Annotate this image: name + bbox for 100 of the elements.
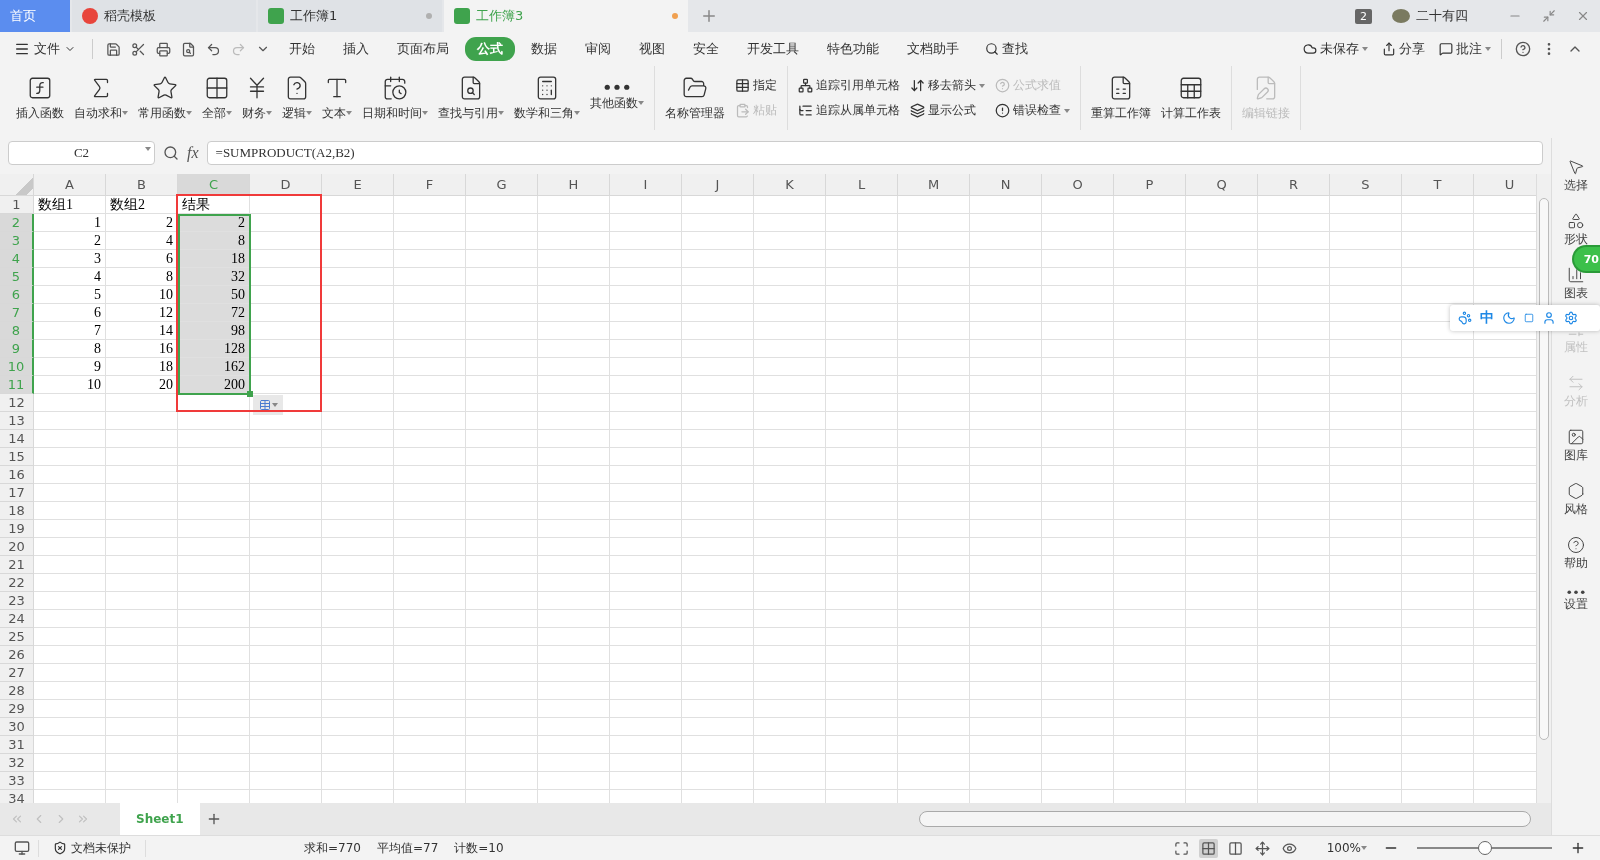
ribbon-button[interactable]: 自动求和	[70, 74, 132, 122]
sidebar-item[interactable]: 风格	[1564, 482, 1588, 518]
table-cell[interactable]: 6	[34, 304, 105, 321]
toolbar-button[interactable]: 分享	[1382, 40, 1425, 58]
column-header[interactable]: T	[1402, 174, 1474, 196]
table-cell[interactable]: 20	[106, 376, 177, 393]
column-header[interactable]: H	[538, 174, 610, 196]
row-header[interactable]: 12	[0, 394, 34, 412]
formula-field[interactable]: =SUMPRODUCT(A2,B2)	[206, 141, 1543, 165]
ribbon-tab[interactable]: 页面布局	[385, 37, 461, 61]
sidebar-item[interactable]: 选择	[1564, 158, 1588, 194]
ribbon-tab[interactable]: 特色功能	[815, 37, 891, 61]
column-header[interactable]: A	[34, 174, 106, 196]
table-cell[interactable]: 7	[34, 322, 105, 339]
sidebar-item[interactable]: 图库	[1564, 428, 1588, 464]
table-cell[interactable]: 16	[106, 340, 177, 357]
ribbon-button[interactable]: 逻辑	[278, 74, 316, 122]
ribbon-button[interactable]: 显示公式	[910, 102, 985, 119]
row-header[interactable]: 20	[0, 538, 34, 556]
sidebar-item[interactable]: 设置	[1564, 590, 1588, 613]
table-cell[interactable]: 10	[106, 286, 177, 303]
table-cell[interactable]: 8	[106, 268, 177, 285]
ribbon-tab[interactable]: 审阅	[573, 37, 623, 61]
table-cell[interactable]: 18	[106, 358, 177, 375]
row-header[interactable]: 30	[0, 718, 34, 736]
ribbon-tab[interactable]: 插入	[331, 37, 381, 61]
table-cell[interactable]: 6	[106, 250, 177, 267]
ribbon-tab[interactable]: 开始	[277, 37, 327, 61]
table-cell[interactable]: 8	[34, 340, 105, 357]
column-header[interactable]: F	[394, 174, 466, 196]
table-cell[interactable]: 162	[178, 358, 249, 375]
table-cell[interactable]: 4	[106, 232, 177, 249]
column-header[interactable]: R	[1258, 174, 1330, 196]
column-header[interactable]: S	[1330, 174, 1402, 196]
table-cell[interactable]: 2	[34, 232, 105, 249]
document-tab[interactable]: 工作簿1	[258, 0, 442, 32]
column-header[interactable]: L	[826, 174, 898, 196]
table-cell[interactable]: 3	[34, 250, 105, 267]
column-header[interactable]: Q	[1186, 174, 1258, 196]
ribbon-button[interactable]: 重算工作簿	[1087, 74, 1155, 122]
ribbon-button[interactable]: 财务	[238, 74, 276, 122]
table-cell[interactable]: 数组2	[106, 196, 177, 213]
ribbon-button[interactable]: 移去箭头	[910, 77, 985, 94]
column-header[interactable]: K	[754, 174, 826, 196]
ribbon-button[interactable]: 计算工作表	[1157, 74, 1225, 122]
ribbon-button[interactable]: 追踪引用单元格	[798, 77, 900, 94]
table-cell[interactable]: 4	[34, 268, 105, 285]
table-cell[interactable]: 5	[34, 286, 105, 303]
toolbar-button[interactable]: 批注	[1439, 40, 1491, 58]
ribbon-button[interactable]: 其他函数	[586, 84, 648, 112]
row-header[interactable]: 1	[0, 196, 34, 214]
ribbon-button[interactable]: 名称管理器	[661, 74, 729, 122]
ribbon-tab[interactable]: 视图	[627, 37, 677, 61]
row-header[interactable]: 31	[0, 736, 34, 754]
column-header[interactable]: N	[970, 174, 1042, 196]
table-cell[interactable]: 72	[178, 304, 249, 321]
table-cell[interactable]: 14	[106, 322, 177, 339]
ribbon-button[interactable]: 指定	[735, 77, 777, 94]
row-header[interactable]: 29	[0, 700, 34, 718]
column-header[interactable]: G	[466, 174, 538, 196]
row-header[interactable]: 28	[0, 682, 34, 700]
ribbon-button[interactable]: 错误检查	[995, 102, 1070, 119]
ribbon-button[interactable]: 数学和三角	[510, 74, 584, 122]
document-tab[interactable]: 稻壳模板	[72, 0, 256, 32]
column-header[interactable]: J	[682, 174, 754, 196]
ribbon-tab[interactable]: 安全	[681, 37, 731, 61]
table-cell[interactable]: 2	[106, 214, 177, 231]
table-cell[interactable]: 12	[106, 304, 177, 321]
row-header[interactable]: 26	[0, 646, 34, 664]
row-header[interactable]: 18	[0, 502, 34, 520]
table-cell[interactable]: 32	[178, 268, 249, 285]
name-box[interactable]: C2	[8, 141, 155, 165]
zoom-level[interactable]: 100%	[1326, 841, 1367, 855]
table-cell[interactable]: 数组1	[34, 196, 105, 213]
column-header[interactable]: I	[610, 174, 682, 196]
function-label[interactable]: fx	[187, 144, 199, 162]
ribbon-button[interactable]: 查找与引用	[434, 74, 508, 122]
input-mode[interactable]: 中	[1480, 309, 1494, 327]
row-header[interactable]: 34	[0, 790, 34, 803]
file-menu[interactable]: 文件	[14, 40, 76, 58]
row-header[interactable]: 13	[0, 412, 34, 430]
table-cell[interactable]: 200	[178, 376, 249, 393]
table-cell[interactable]: 18	[178, 250, 249, 267]
row-header[interactable]: 19	[0, 520, 34, 538]
ribbon-button[interactable]: 追踪从属单元格	[798, 102, 900, 119]
toolbar-button[interactable]: 未保存	[1303, 40, 1368, 58]
row-header[interactable]: 27	[0, 664, 34, 682]
row-header[interactable]: 32	[0, 754, 34, 772]
user-name[interactable]: 二十有四	[1416, 7, 1468, 25]
column-header[interactable]: O	[1042, 174, 1114, 196]
row-header[interactable]: 24	[0, 610, 34, 628]
ribbon-button[interactable]: 插入函数	[12, 74, 68, 122]
column-header[interactable]: E	[322, 174, 394, 196]
ribbon-tab[interactable]: 开发工具	[735, 37, 811, 61]
row-header[interactable]: 25	[0, 628, 34, 646]
row-header[interactable]: 23	[0, 592, 34, 610]
ribbon-button[interactable]: 文本	[318, 74, 356, 122]
ribbon-tab[interactable]: 文档助手	[895, 37, 971, 61]
protection-status[interactable]: 文档未保护	[38, 839, 146, 857]
row-header[interactable]: 33	[0, 772, 34, 790]
